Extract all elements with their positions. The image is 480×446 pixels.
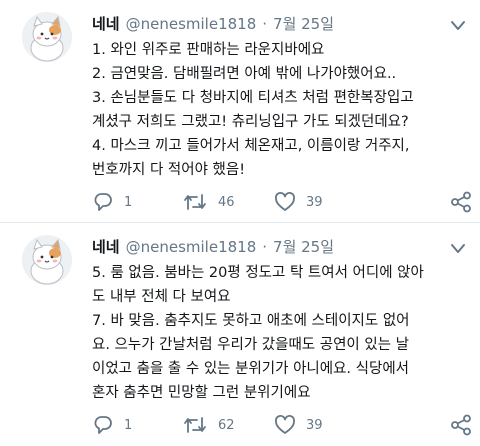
reply-icon <box>92 414 114 436</box>
share-icon <box>450 191 472 213</box>
share-icon <box>450 414 472 436</box>
tweet-header: 네네 @nenesmile1818 · 7월 25일 <box>92 237 334 257</box>
tweet-line: 이었고 춤을 출 수 있는 분위기가 아니에요. 식당에서 <box>92 361 410 377</box>
tweet-text: 5. 룸 없음. 붐바는 20평 정도고 탁 트여서 어디에 앉아 도 내부 전… <box>92 261 472 405</box>
tweet[interactable]: 네네 @nenesmile1818 · 7월 25일 1. 와인 위주로 판매하는 라… <box>0 0 480 222</box>
retweet-button[interactable]: 62 <box>182 413 235 437</box>
reply-count: 1 <box>124 417 133 433</box>
retweet-count: 46 <box>218 194 235 210</box>
tweet-line: 4. 마스크 끼고 들어가서 체온재고, 이름이랑 거주지, <box>92 138 410 154</box>
display-name[interactable]: 네네 <box>92 15 120 33</box>
user-handle[interactable]: @nenesmile1818 <box>126 238 257 256</box>
user-handle[interactable]: @nenesmile1818 <box>126 15 257 33</box>
tweet-line: 요. 으누가 간날처럼 우리가 갔을때도 공연이 있는 날 <box>92 337 410 353</box>
like-button[interactable]: 39 <box>274 190 323 214</box>
tweet-actions: 1 62 39 <box>92 413 480 437</box>
tweet[interactable]: 네네 @nenesmile1818 · 7월 25일 5. 룸 없음. 붐바는 20평… <box>0 223 480 446</box>
retweet-count: 62 <box>218 417 235 433</box>
avatar[interactable] <box>22 235 72 285</box>
tweet-header: 네네 @nenesmile1818 · 7월 25일 <box>92 14 334 34</box>
tweet-date[interactable]: 7월 25일 <box>273 15 334 33</box>
tweet-line: 7. 바 맞음. 춤추지도 못하고 애초에 스테이지도 없어 <box>92 313 410 329</box>
tweet-line: 계셨구 저희도 그랬고! 츄리닝입구 가도 되겠던데요? <box>92 114 409 130</box>
share-button[interactable] <box>450 413 472 437</box>
like-count: 39 <box>306 417 323 433</box>
retweet-icon <box>182 191 208 213</box>
separator-dot: · <box>262 15 268 33</box>
share-button[interactable] <box>450 190 472 214</box>
tweet-line: 5. 룸 없음. 붐바는 20평 정도고 탁 트여서 어디에 앉아 <box>92 265 424 281</box>
tweet-line: 1. 와인 위주로 판매하는 라운지바에요 <box>92 42 325 58</box>
like-count: 39 <box>306 194 323 210</box>
retweet-icon <box>182 414 208 436</box>
tweet-text: 1. 와인 위주로 판매하는 라운지바에요 2. 금연맞음. 담배필려면 아예 … <box>92 38 472 182</box>
chevron-down-icon[interactable] <box>448 18 468 32</box>
reply-button[interactable]: 1 <box>92 190 132 214</box>
like-button[interactable]: 39 <box>274 413 323 437</box>
retweet-button[interactable]: 46 <box>182 190 235 214</box>
separator-dot: · <box>262 238 268 256</box>
heart-icon <box>274 191 296 213</box>
display-name[interactable]: 네네 <box>92 238 120 256</box>
tweet-line: 도 내부 전체 다 보여요 <box>92 289 231 305</box>
reply-button[interactable]: 1 <box>92 413 132 437</box>
tweet-line: 번호까지 다 적어야 했음! <box>92 162 246 178</box>
avatar[interactable] <box>22 12 72 62</box>
chevron-down-icon[interactable] <box>448 241 468 255</box>
tweet-line: 2. 금연맞음. 담배필려면 아예 밖에 나가야했어요.. <box>92 66 397 82</box>
tweet-line: 3. 손님분들도 다 청바지에 티셔츠 처럼 편한복장입고 <box>92 90 414 106</box>
tweet-date[interactable]: 7월 25일 <box>273 238 334 256</box>
tweet-line: 혼자 춤추면 민망할 그런 분위기에요 <box>92 385 311 401</box>
reply-count: 1 <box>124 194 133 210</box>
tweet-actions: 1 46 39 <box>92 190 480 214</box>
reply-icon <box>92 191 114 213</box>
heart-icon <box>274 414 296 436</box>
